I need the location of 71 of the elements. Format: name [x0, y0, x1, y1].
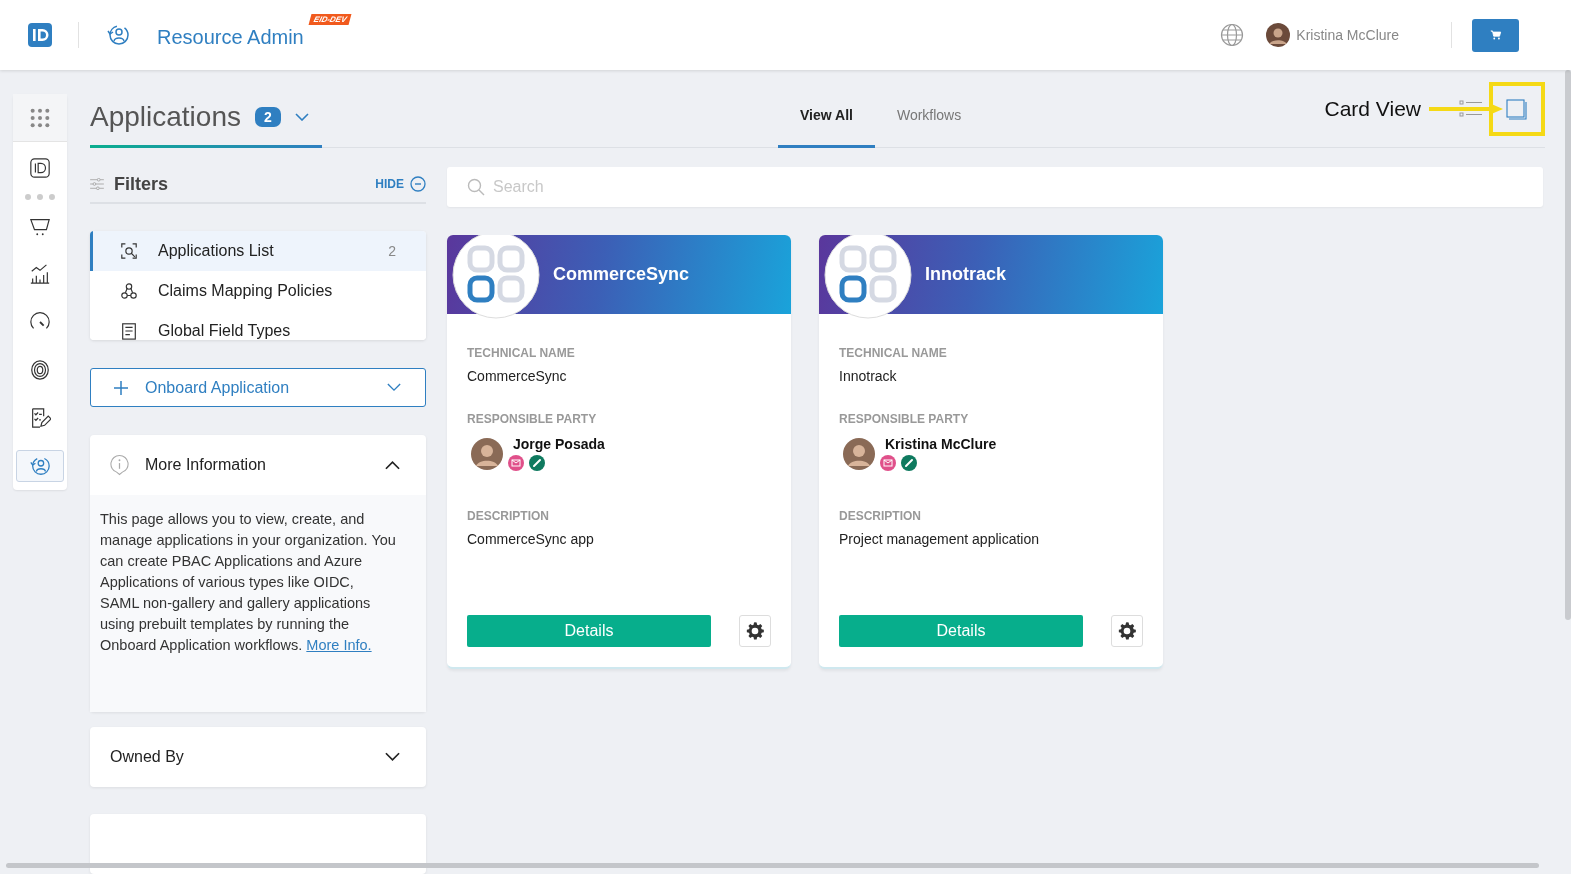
scrollbar[interactable] [6, 863, 1539, 868]
panel-title: More Information [145, 456, 266, 474]
card-view-toggle[interactable] [1489, 82, 1545, 136]
scan-icon [120, 241, 138, 260]
globe-icon[interactable] [1220, 23, 1245, 47]
filter-item[interactable]: Claims Mapping Policies [90, 270, 426, 311]
field-label: TECHNICAL NAME [839, 346, 948, 360]
field-value: Project management application [839, 531, 1040, 547]
sliders-icon [90, 178, 104, 191]
person-name: Jorge Posada [513, 436, 605, 452]
id-logo-icon[interactable] [28, 23, 52, 47]
mail-icon[interactable] [508, 455, 524, 471]
field-value: CommerceSync app [467, 531, 595, 547]
field-label: TECHNICAL NAME [467, 346, 576, 360]
user-name[interactable]: Kristina McClure [1296, 27, 1399, 43]
settings-button[interactable] [1111, 615, 1143, 647]
info-icon [110, 454, 129, 476]
settings-icon [1117, 621, 1137, 641]
hide-button[interactable]: HIDE [375, 176, 426, 193]
mail-icon[interactable] [880, 455, 896, 471]
cart-icon [1488, 28, 1503, 42]
settings-button[interactable] [739, 615, 771, 647]
avatar-icon [471, 438, 503, 470]
avatar-icon [843, 438, 875, 470]
field-label: RESPONSIBLE PARTY [467, 412, 598, 426]
details-button[interactable]: Details [467, 615, 711, 647]
more-info-link[interactable]: More Info. [306, 637, 372, 653]
details-button[interactable]: Details [839, 615, 1083, 647]
app-title: Resource Admin [157, 25, 304, 49]
field-label: DESCRIPTION [467, 509, 550, 523]
filter-item[interactable]: Applications List 2 [90, 230, 426, 271]
tab[interactable]: View All [778, 107, 875, 148]
avatar-icon[interactable] [1266, 23, 1291, 47]
filter-item[interactable]: Global Field Types [90, 310, 426, 341]
checklist-icon [29, 407, 51, 429]
annotation-label: Card View [1324, 97, 1421, 121]
chevron-up-icon[interactable] [385, 460, 400, 470]
field-label: DESCRIPTION [839, 509, 922, 523]
field-value: CommerceSync [467, 368, 568, 384]
list-view-toggle[interactable] [1459, 98, 1483, 120]
plus-icon [113, 379, 129, 396]
grid-icon [29, 106, 51, 129]
field-value: Innotrack [839, 368, 898, 384]
network-icon [120, 281, 138, 300]
tab[interactable]: Workflows [874, 107, 984, 148]
filters-title: Filters [114, 173, 169, 195]
chart-icon [29, 263, 51, 285]
id-card-icon [29, 157, 51, 179]
settings-icon [745, 621, 765, 641]
panel-title: Owned By [110, 748, 184, 766]
card-title[interactable]: CommerceSync [553, 264, 690, 285]
description-text: This page allows you to view, create, and manage applications in your organization. You can create PBAC Applications and Azure Applications of various types like OIDC, SAML non-gallery and gallery applications using prebuilt templates by running the Onboard Application workflows. More Info. [100, 510, 396, 655]
person-cycle-icon [29, 455, 51, 477]
cart-button[interactable] [1472, 18, 1519, 52]
field-label: RESPONSIBLE PARTY [839, 412, 970, 426]
card-view-icon [1505, 98, 1529, 120]
scrollbar[interactable] [1565, 70, 1571, 620]
onboard-application-dropdown[interactable]: Onboard Application [90, 368, 426, 407]
environment-badge: EID-DEV [308, 13, 352, 25]
card-title[interactable]: Innotrack [925, 264, 1007, 285]
count-badge: 2 [255, 106, 281, 127]
form-icon [120, 321, 138, 340]
person-name: Kristina McClure [885, 436, 997, 452]
page-title: Applications [90, 100, 241, 133]
chevron-down-icon[interactable] [385, 752, 400, 762]
search-icon [467, 178, 485, 196]
chevron-down-icon [387, 383, 401, 393]
list-view-icon [1459, 98, 1483, 120]
fingerprint-icon [29, 359, 51, 381]
minus-circle-icon [410, 176, 426, 193]
item-count: 2 [388, 242, 396, 259]
